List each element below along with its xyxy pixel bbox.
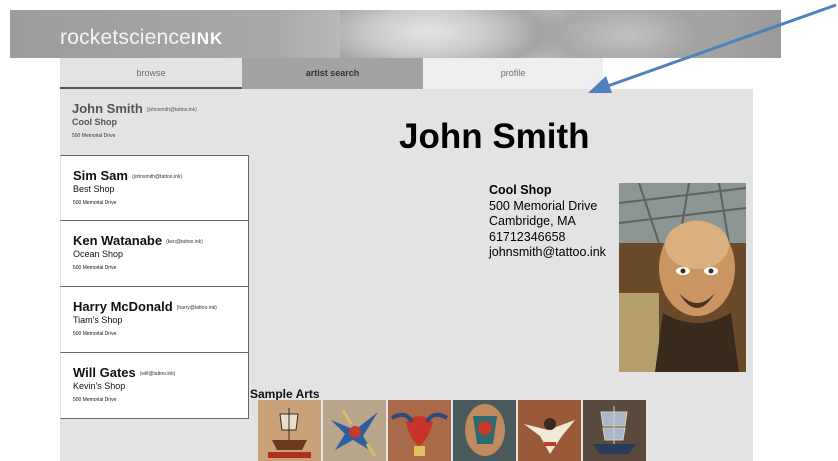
chest-piece-tattoo-icon <box>388 400 451 461</box>
artist-address: 500 Memorial Drive <box>72 133 116 139</box>
artist-email: (ken@tattoo.ink) <box>166 238 203 245</box>
profile-email[interactable]: johnsmith@tattoo.ink <box>489 245 606 261</box>
annotation-arrow-icon <box>588 3 837 93</box>
artist-name: Sim Sam <box>73 168 128 183</box>
artist-shop: Cool Shop <box>72 117 117 127</box>
artist-name: John Smith <box>72 101 143 116</box>
artist-name: Harry McDonald <box>73 299 173 314</box>
artist-list-item[interactable]: Will Gates (will@tattoo.ink) Kevin's Shop… <box>60 353 249 419</box>
profile-city: Cambridge, MA <box>489 214 576 228</box>
portrait-illustration <box>619 183 746 372</box>
artist-name-row: John Smith (johnsmith@tattoo.ink) <box>72 101 197 116</box>
tab-artist-search[interactable]: artist search <box>242 58 423 89</box>
sample-art-thumbnail[interactable] <box>583 400 646 461</box>
artist-shop: Ocean Shop <box>73 249 124 259</box>
site-logo[interactable]: rocketscienceINK <box>60 26 223 50</box>
artist-address: 500 Memorial Drive <box>73 200 117 206</box>
eagle-tattoo-icon <box>518 400 581 461</box>
sample-art-thumbnail[interactable] <box>388 400 451 461</box>
artist-shop: Kevin's Shop <box>73 381 126 391</box>
tab-profile[interactable]: profile <box>423 58 603 89</box>
header-photo-background <box>340 10 560 58</box>
clipper-ship-tattoo-icon <box>583 400 646 461</box>
tab-browse[interactable]: browse <box>60 58 242 89</box>
sample-art-thumbnail[interactable] <box>258 400 321 461</box>
profile-street: 500 Memorial Drive <box>489 198 598 213</box>
artist-name: Ken Watanabe <box>73 233 163 248</box>
ship-tattoo-icon <box>258 400 321 461</box>
profile-shop: Cool Shop <box>489 183 552 197</box>
artist-list-item[interactable]: Sim Sam (johnsmith@tattoo.ink) Best Shop … <box>60 155 249 221</box>
artist-name: Will Gates <box>73 365 136 380</box>
artist-name-row: Will Gates (will@tattoo.ink) <box>73 365 175 380</box>
profile-phone: 61712346658 <box>489 229 566 244</box>
artist-list-item[interactable]: Harry McDonald (harry@tattoo.ink) Tiam's … <box>60 287 249 353</box>
artist-email: (harry@tattoo.ink) <box>176 304 217 311</box>
artist-name-row: Ken Watanabe (ken@tattoo.ink) <box>73 233 203 248</box>
profile-contact-block: Cool Shop 500 Memorial Drive Cambridge, … <box>489 183 606 261</box>
sample-arts-heading: Sample Arts <box>250 387 320 401</box>
logo-text: rocketscience <box>60 26 191 49</box>
artist-address: 500 Memorial Drive <box>73 331 117 337</box>
sample-arts-gallery <box>258 400 648 461</box>
artist-name-row: Harry McDonald (harry@tattoo.ink) <box>73 299 217 314</box>
artist-email: (johnsmith@tattoo.ink) <box>131 173 183 180</box>
logo-ink-text: INK <box>191 29 224 48</box>
artist-list-item[interactable]: Ken Watanabe (ken@tattoo.ink) Ocean Shop … <box>60 221 249 287</box>
artist-address: 500 Memorial Drive <box>73 265 117 271</box>
arm-sleeve-tattoo-icon <box>453 400 516 461</box>
artist-shop: Tiam's Shop <box>73 315 123 325</box>
swallow-tattoo-icon <box>323 400 386 461</box>
artist-email: (will@tattoo.ink) <box>139 370 176 377</box>
artist-address: 500 Memorial Drive <box>73 397 117 403</box>
artist-email: (johnsmith@tattoo.ink) <box>146 106 197 113</box>
artist-list: John Smith (johnsmith@tattoo.ink) Cool Sh… <box>60 89 249 419</box>
sample-art-thumbnail[interactable] <box>453 400 516 461</box>
sample-art-thumbnail[interactable] <box>323 400 386 461</box>
sample-art-thumbnail[interactable] <box>518 400 581 461</box>
artist-shop: Best Shop <box>73 184 115 194</box>
artist-list-item-selected[interactable]: John Smith (johnsmith@tattoo.ink) Cool Sh… <box>60 89 249 155</box>
profile-name-heading: John Smith <box>399 117 590 156</box>
artist-name-row: Sim Sam (johnsmith@tattoo.ink) <box>73 168 182 183</box>
profile-photo <box>619 183 746 372</box>
